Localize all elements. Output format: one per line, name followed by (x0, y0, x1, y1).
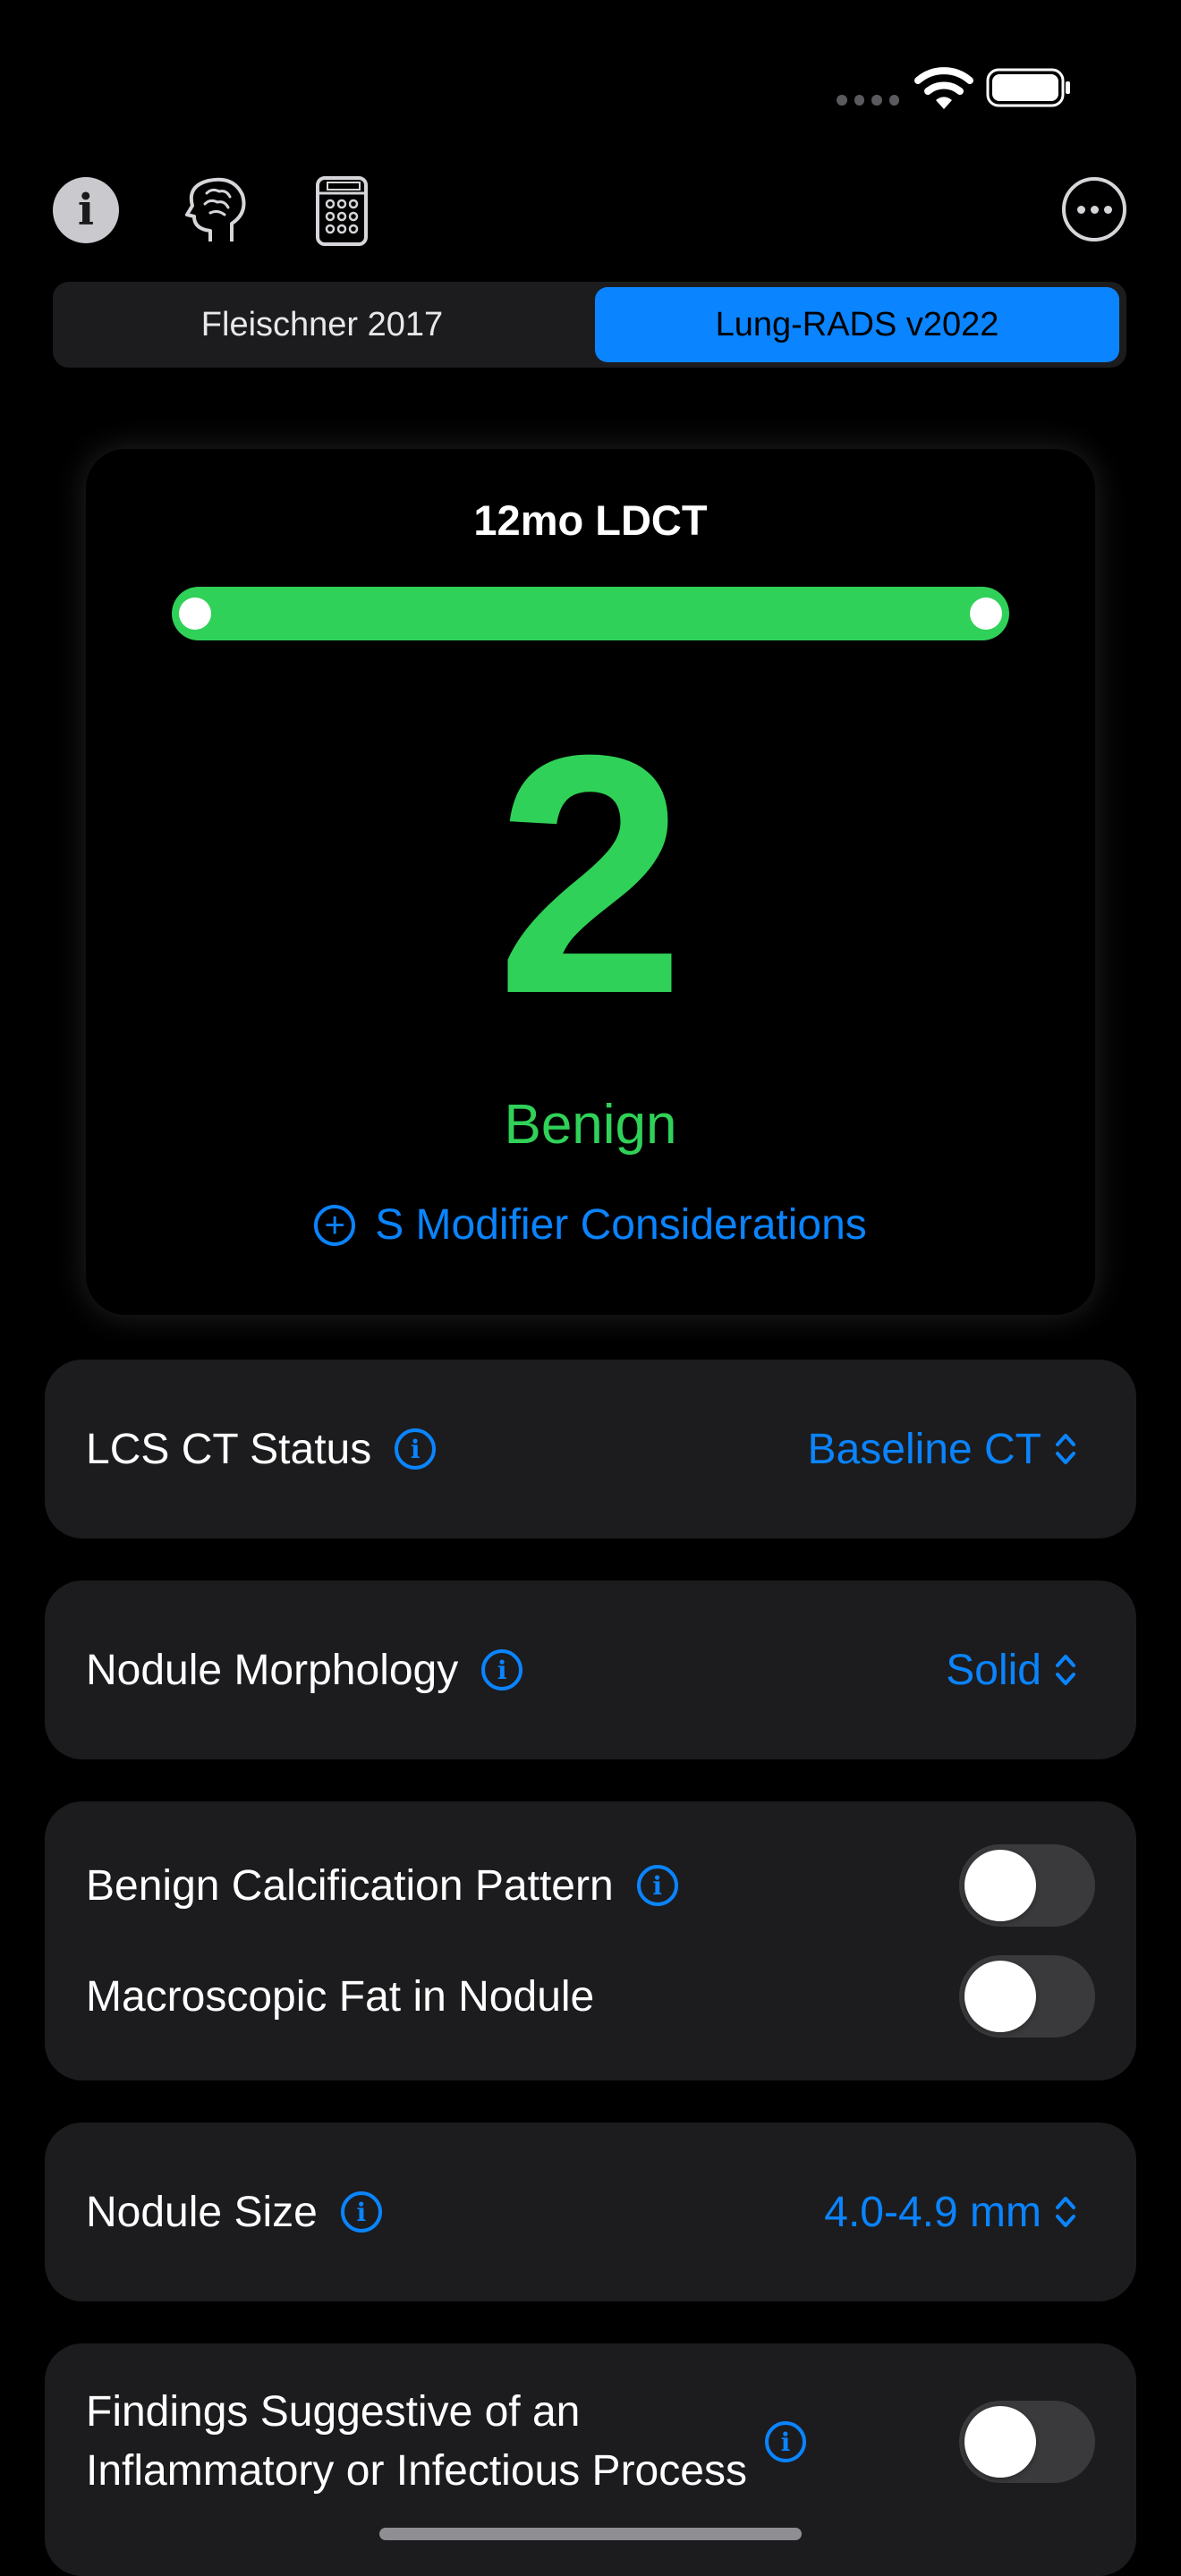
tab-lung-rads[interactable]: Lung-RADS v2022 (595, 287, 1119, 362)
inflammatory-label-line-2: Inflammatory or Infectious Process (86, 2447, 747, 2495)
info-circle-icon[interactable]: i (395, 1428, 437, 1470)
category-description: Benign (504, 1094, 677, 1156)
benign-features-card: Benign Calcification Pattern i Macroscop… (45, 1801, 1136, 2080)
tab-fleischner[interactable]: Fleischner 2017 (60, 287, 584, 362)
info-icon: i (77, 185, 95, 235)
morphology-picker[interactable]: Solid (946, 1646, 1077, 1695)
morphology-label: Nodule Morphology (86, 1646, 459, 1694)
plus-circle-icon: + (314, 1204, 356, 1246)
lcs-status-card: LCS CT Status i Baseline CT (45, 1360, 1136, 1538)
inflammatory-label-line-1: Findings Suggestive of an (86, 2388, 581, 2436)
lcs-status-value: Baseline CT (807, 1425, 1041, 1473)
info-circle-icon[interactable]: i (636, 1865, 678, 1906)
s-modifier-link[interactable]: + S Modifier Considerations (86, 1200, 1095, 1250)
calcification-label: Benign Calcification Pattern (86, 1861, 614, 1910)
scale-knob-end (970, 597, 1002, 630)
calcification-toggle[interactable] (959, 1844, 1095, 1927)
info-circle-icon[interactable]: i (340, 2191, 382, 2233)
more-dot (1103, 205, 1112, 214)
inflammatory-label: Findings Suggestive of an Inflammatory o… (86, 2383, 747, 2501)
info-circle-icon[interactable]: i (481, 1649, 523, 1690)
morphology-value: Solid (946, 1646, 1041, 1694)
info-button[interactable]: i (53, 177, 119, 243)
nodule-size-card: Nodule Size i 4.0-4.9 mm (45, 2123, 1136, 2301)
nodule-size-picker[interactable]: 4.0-4.9 mm (824, 2188, 1077, 2237)
guideline-segmented-control: Fleischner 2017 Lung-RADS v2022 (53, 282, 1126, 368)
fat-toggle[interactable] (959, 1955, 1095, 2038)
brain-button[interactable] (183, 175, 248, 245)
lcs-status-picker[interactable]: Baseline CT (808, 1425, 1077, 1474)
chevron-up-down-icon (1056, 1655, 1075, 1685)
calculator-button[interactable] (315, 175, 369, 247)
battery-icon (986, 68, 1070, 107)
morphology-card: Nodule Morphology i Solid (45, 1580, 1136, 1759)
chevron-up-down-icon (1056, 2197, 1075, 2227)
fat-label: Macroscopic Fat in Nodule (86, 1972, 595, 2021)
brain-icon (185, 177, 246, 242)
toggle-thumb (964, 2406, 1036, 2478)
recommendation-title: 12mo LDCT (473, 496, 708, 544)
scale-knob-start (179, 597, 211, 630)
inflammatory-card: Findings Suggestive of an Inflammatory o… (45, 2343, 1136, 2576)
risk-scale-bar (172, 587, 1009, 640)
chevron-up-down-icon (1056, 1434, 1075, 1464)
home-indicator (379, 2528, 802, 2540)
result-card: 12mo LDCT 2 Benign + S Modifier Consider… (86, 449, 1095, 1315)
toggle-thumb (964, 1850, 1036, 1921)
wifi-icon (914, 67, 973, 109)
nodule-size-label: Nodule Size (86, 2188, 318, 2236)
inflammatory-toggle[interactable] (959, 2401, 1095, 2483)
cellular-signal-icon (837, 94, 899, 106)
more-dot (1076, 205, 1085, 214)
info-circle-icon[interactable]: i (764, 2421, 806, 2462)
more-options-button[interactable] (1062, 177, 1126, 242)
lcs-status-label: LCS CT Status (86, 1425, 372, 1473)
lung-rads-category: 2 (496, 684, 685, 1064)
toggle-thumb (964, 1961, 1036, 2032)
s-modifier-label: S Modifier Considerations (375, 1201, 867, 1249)
nodule-size-value: 4.0-4.9 mm (824, 2188, 1041, 2236)
calculator-icon (316, 176, 368, 246)
more-dot (1090, 205, 1099, 214)
